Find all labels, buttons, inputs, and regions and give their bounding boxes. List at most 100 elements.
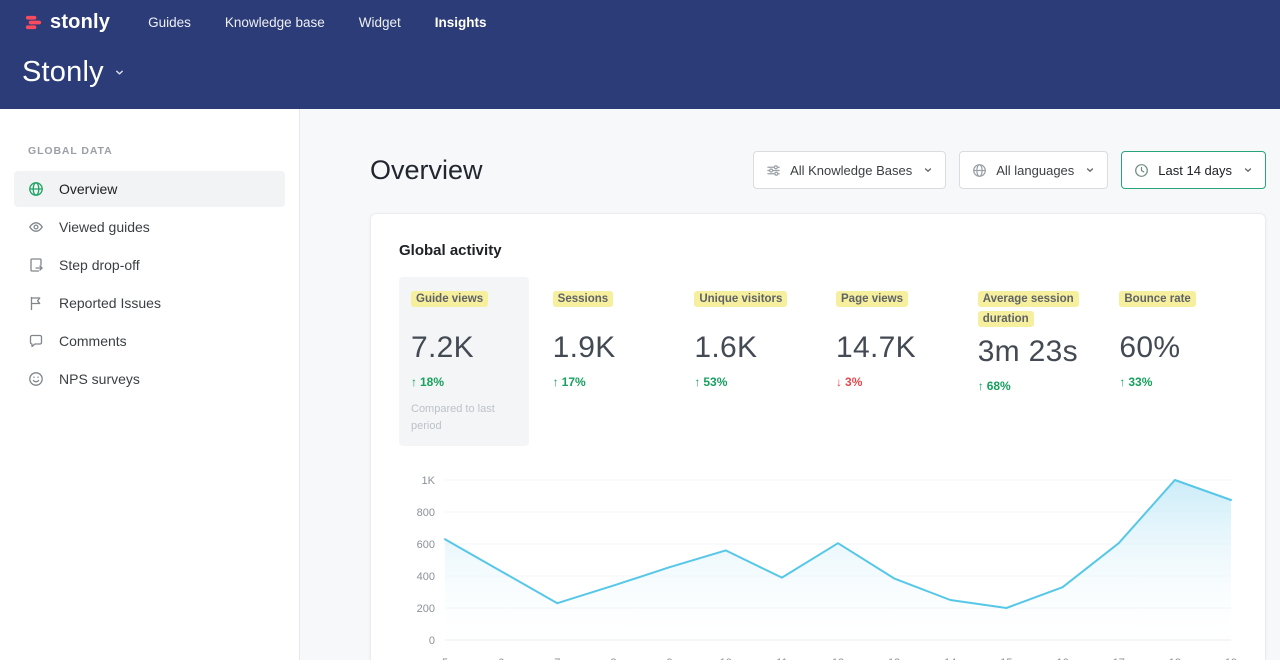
sidebar-item-label: Comments — [59, 333, 127, 349]
svg-text:400: 400 — [417, 571, 435, 583]
metric-label: Guide views — [411, 291, 488, 307]
sidebar-item-label: Reported Issues — [59, 295, 161, 311]
svg-text:11: 11 — [776, 657, 787, 660]
arrow-up-icon: ↑ — [978, 379, 984, 393]
metric-page-views[interactable]: Page views 14.7K ↓ 3% — [824, 277, 954, 446]
metric-delta: ↑ 17% — [553, 375, 659, 389]
svg-text:9: 9 — [667, 657, 673, 660]
chevron-down-icon — [1243, 165, 1253, 175]
arrow-up-icon: ↑ — [1119, 375, 1125, 389]
workspace-dropdown-icon[interactable] — [114, 67, 125, 78]
svg-text:0: 0 — [429, 635, 435, 647]
svg-text:5: 5 — [442, 657, 448, 660]
svg-text:16: 16 — [1056, 657, 1068, 660]
metric-value: 60% — [1119, 331, 1225, 365]
metric-guide-views[interactable]: Guide views 7.2K ↑ 18% Compared to last … — [399, 277, 529, 446]
stonly-logo-text: stonly — [50, 11, 110, 34]
sidebar: GLOBAL DATA Overview Viewed guides — [0, 109, 300, 660]
metric-value: 1.9K — [553, 331, 659, 365]
knowledge-bases-filter[interactable]: All Knowledge Bases — [753, 151, 946, 189]
svg-text:1K: 1K — [422, 475, 436, 487]
metric-label: Bounce rate — [1119, 291, 1195, 307]
svg-text:800: 800 — [417, 507, 435, 519]
date-range-filter-value: Last 14 days — [1158, 163, 1232, 178]
top-navbar: stonly Guides Knowledge base Widget Insi… — [0, 0, 1280, 109]
metric-delta: ↓ 3% — [836, 375, 942, 389]
clock-icon — [1134, 163, 1149, 178]
stonly-logo[interactable]: stonly — [24, 11, 110, 34]
metric-unique-visitors[interactable]: Unique visitors 1.6K ↑ 53% — [682, 277, 812, 446]
arrow-up-icon: ↑ — [411, 375, 417, 389]
date-range-filter[interactable]: Last 14 days — [1121, 151, 1266, 189]
sidebar-item-viewed-guides[interactable]: Viewed guides — [14, 209, 285, 245]
nav-widget[interactable]: Widget — [359, 15, 401, 30]
sidebar-item-nps-surveys[interactable]: NPS surveys — [14, 361, 285, 397]
main-content: Overview All Knowledge Bases — [300, 109, 1280, 660]
nav-knowledge-base[interactable]: Knowledge base — [225, 15, 325, 30]
metric-bounce-rate[interactable]: Bounce rate 60% ↑ 33% — [1107, 277, 1237, 446]
metric-label: Sessions — [553, 291, 614, 307]
sidebar-item-comments[interactable]: Comments — [14, 323, 285, 359]
metric-note: Compared to last period — [411, 401, 517, 434]
sliders-icon — [766, 163, 781, 178]
arrow-up-icon: ↑ — [694, 375, 700, 389]
languages-filter-value: All languages — [996, 163, 1074, 178]
document-arrow-icon — [28, 257, 44, 273]
svg-text:600: 600 — [417, 539, 435, 551]
svg-text:19: 19 — [1225, 657, 1237, 660]
nav-insights[interactable]: Insights — [435, 15, 487, 30]
globe-icon — [972, 163, 987, 178]
chevron-down-icon — [923, 165, 933, 175]
metric-value: 3m 23s — [978, 335, 1084, 369]
metrics-row: Guide views 7.2K ↑ 18% Compared to last … — [399, 277, 1237, 446]
metric-sessions[interactable]: Sessions 1.9K ↑ 17% — [541, 277, 671, 446]
metric-delta: ↑ 53% — [694, 375, 800, 389]
sidebar-item-step-drop-off[interactable]: Step drop-off — [14, 247, 285, 283]
svg-text:10: 10 — [720, 657, 732, 660]
sidebar-item-overview[interactable]: Overview — [14, 171, 285, 207]
svg-text:13: 13 — [888, 657, 900, 660]
svg-text:6: 6 — [498, 657, 504, 660]
flag-icon — [28, 295, 44, 311]
metric-value: 14.7K — [836, 331, 942, 365]
global-activity-card: Global activity Guide views 7.2K ↑ 18% C… — [370, 213, 1266, 660]
sidebar-item-label: Viewed guides — [59, 219, 150, 235]
metric-delta: ↑ 18% — [411, 375, 517, 389]
metric-label: Unique visitors — [694, 291, 787, 307]
svg-text:15: 15 — [1000, 657, 1012, 660]
top-navigation: Guides Knowledge base Widget Insights — [148, 15, 486, 30]
sidebar-item-label: NPS surveys — [59, 371, 140, 387]
activity-chart: 0 200 400 600 800 1K 5 6 7 8 9 10 11 12 13 14 15 16 17 18 19 — [399, 470, 1239, 660]
sidebar-item-label: Step drop-off — [59, 257, 140, 273]
smiley-icon — [28, 371, 44, 387]
stonly-logo-icon — [24, 13, 43, 32]
nav-guides[interactable]: Guides — [148, 15, 191, 30]
svg-text:12: 12 — [832, 657, 844, 660]
svg-text:200: 200 — [417, 603, 435, 615]
activity-chart-container: 0 200 400 600 800 1K 5 6 7 8 9 10 11 12 13 14 15 16 17 18 19 — [399, 470, 1237, 660]
globe-icon — [28, 181, 44, 197]
languages-filter[interactable]: All languages — [959, 151, 1108, 189]
sidebar-item-reported-issues[interactable]: Reported Issues — [14, 285, 285, 321]
metric-label: Page views — [836, 291, 908, 307]
svg-text:17: 17 — [1113, 657, 1125, 660]
knowledge-bases-filter-value: All Knowledge Bases — [790, 163, 912, 178]
sidebar-item-label: Overview — [59, 181, 117, 197]
metric-average-session-duration[interactable]: Average session duration 3m 23s ↑ 68% — [966, 277, 1096, 446]
filters-bar: All Knowledge Bases All languages — [753, 151, 1266, 189]
page-title: Overview — [370, 155, 483, 186]
workspace-title: Stonly — [22, 56, 104, 89]
metric-value: 7.2K — [411, 331, 517, 365]
arrow-up-icon: ↑ — [553, 375, 559, 389]
eye-icon — [28, 219, 44, 235]
comment-icon — [28, 333, 44, 349]
svg-text:14: 14 — [944, 657, 956, 660]
svg-text:7: 7 — [554, 657, 560, 660]
svg-text:8: 8 — [610, 657, 616, 660]
metric-value: 1.6K — [694, 331, 800, 365]
svg-text:18: 18 — [1169, 657, 1181, 660]
metric-label: Average session duration — [978, 291, 1079, 327]
metric-delta: ↑ 68% — [978, 379, 1084, 393]
sidebar-section-label: GLOBAL DATA — [28, 145, 299, 157]
arrow-down-icon: ↓ — [836, 375, 842, 389]
